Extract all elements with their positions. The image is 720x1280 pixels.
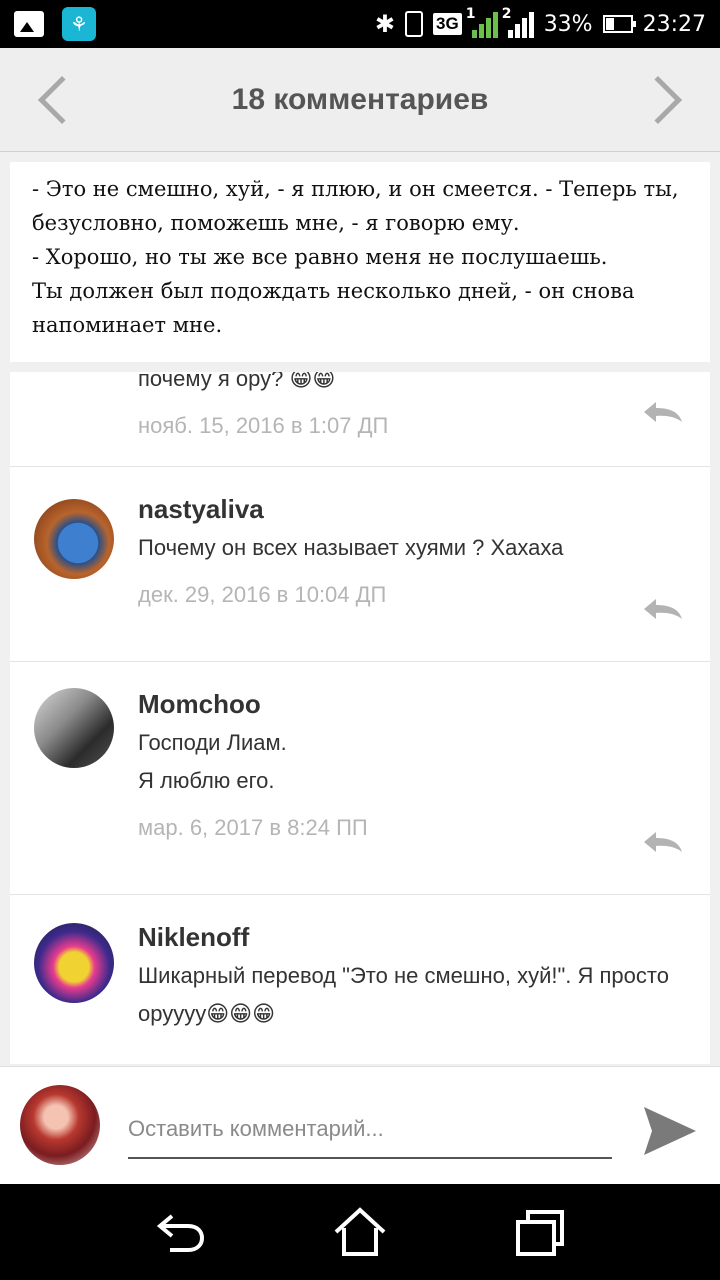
avatar xyxy=(20,1085,100,1165)
avatar[interactable] xyxy=(34,923,114,1003)
comment-item: Niklenoff Шикарный перевод "Это не смешн… xyxy=(10,895,710,1033)
comment-text: Почему он всех называет хуями ? Хахаха xyxy=(138,535,564,560)
chevron-left-icon xyxy=(37,75,87,124)
post-excerpt: - Это не смешно, хуй, - я плюю, и он сме… xyxy=(10,162,710,362)
comment-text: почему я ору? 😁😁 xyxy=(138,372,336,391)
reply-icon[interactable] xyxy=(642,400,684,424)
comment-author[interactable]: nastyaliva xyxy=(138,489,690,529)
battery-percent: 33% xyxy=(543,11,593,37)
comment-text: Господи Лиам. xyxy=(138,730,287,755)
comment-author[interactable]: Niklenoff xyxy=(138,917,690,957)
comment-input[interactable] xyxy=(128,1101,612,1159)
comment-item: nastyaliva Почему он всех называет хуями… xyxy=(10,467,710,662)
back-icon[interactable] xyxy=(150,1202,210,1262)
comment-item: почему я ору? 😁😁 нояб. 15, 2016 в 1:07 Д… xyxy=(10,372,710,467)
reply-icon[interactable] xyxy=(642,830,684,854)
battery-icon xyxy=(602,15,636,33)
send-icon[interactable] xyxy=(640,1103,700,1159)
system-nav-bar xyxy=(0,1184,720,1280)
gallery-icon xyxy=(14,11,44,37)
post-line: - Хорошо, но ты же все равно меня не пос… xyxy=(32,245,608,269)
post-line: - Это не смешно, хуй, - я плюю, и он сме… xyxy=(32,177,679,235)
comment-date: дек. 29, 2016 в 10:04 ДП xyxy=(138,582,387,607)
app-header: 18 комментариев xyxy=(0,48,720,152)
recents-icon[interactable] xyxy=(510,1202,570,1262)
next-button[interactable] xyxy=(610,48,720,152)
app-icon: ⚘ xyxy=(62,7,96,41)
comment-author[interactable]: Momchoo xyxy=(138,684,690,724)
clock: 23:27 xyxy=(642,11,706,37)
prev-button[interactable] xyxy=(0,48,110,152)
comment-compose-bar xyxy=(0,1066,720,1184)
comment-text: Я люблю его. xyxy=(138,768,275,793)
network-type: 3G xyxy=(433,13,462,35)
home-icon[interactable] xyxy=(330,1202,390,1262)
comment-item: Momchoo Господи Лиам. Я люблю его. мар. … xyxy=(10,662,710,895)
signal-icon: 2 xyxy=(501,6,534,38)
avatar[interactable] xyxy=(34,688,114,768)
comments-list[interactable]: почему я ору? 😁😁 нояб. 15, 2016 в 1:07 Д… xyxy=(10,372,710,1064)
signal-icon: 1 xyxy=(465,6,498,38)
status-bar: ⚘ ✱ 3G 1 2 33% 23:27 xyxy=(0,0,720,48)
reply-icon[interactable] xyxy=(642,597,684,621)
comment-date: мар. 6, 2017 в 8:24 ПП xyxy=(138,815,368,840)
sim2-label: 2 xyxy=(501,6,512,22)
comment-date: нояб. 15, 2016 в 1:07 ДП xyxy=(138,413,389,438)
comment-text: Шикарный перевод "Это не смешно, хуй!". … xyxy=(138,963,669,1026)
chevron-right-icon xyxy=(633,75,683,124)
avatar[interactable] xyxy=(34,499,114,579)
vibrate-icon xyxy=(405,11,423,37)
sim1-label: 1 xyxy=(465,6,476,22)
bluetooth-icon: ✱ xyxy=(374,10,395,38)
page-title: 18 комментариев xyxy=(231,82,489,116)
post-line: Ты должен был подождать несколько дней, … xyxy=(32,279,635,337)
